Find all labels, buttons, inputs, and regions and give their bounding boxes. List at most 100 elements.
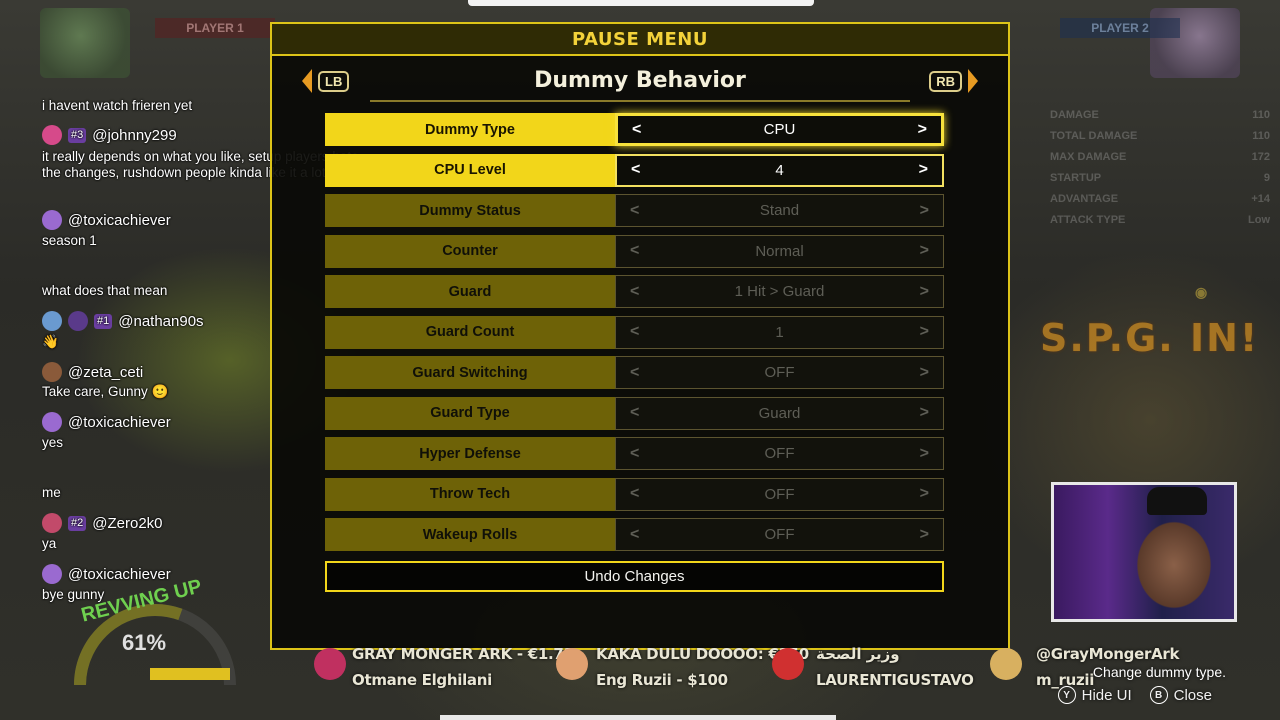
stat-name: TOTAL DAMAGE — [1050, 130, 1138, 142]
chat-user-row: @zeta_ceti — [42, 362, 143, 382]
setting-value-selector[interactable]: <4 > — [615, 153, 944, 187]
setting-row[interactable]: Counter < Normal > — [325, 234, 944, 268]
pause-menu: PAUSE MENU Dummy Behavior LB RB Dummy Ty… — [270, 22, 1010, 650]
chat-username: @johnny299 — [92, 126, 177, 144]
undo-changes-button[interactable]: Undo Changes — [325, 561, 944, 592]
arrow-left-icon[interactable]: < — [630, 526, 639, 544]
setting-row[interactable]: Dummy Type < CPU > — [325, 113, 944, 146]
arrow-left-icon[interactable]: < — [630, 242, 639, 260]
arrow-right-icon[interactable]: > — [920, 202, 929, 220]
setting-label: Wakeup Rolls — [325, 518, 615, 551]
next-page-button[interactable]: RB — [929, 69, 978, 93]
setting-value-selector[interactable]: < CPU > — [615, 113, 944, 146]
stat-value: 9 — [1263, 172, 1270, 184]
setting-row[interactable]: Hyper Defense < OFF > — [325, 437, 944, 470]
arrow-left-icon[interactable]: < — [630, 323, 639, 341]
crown-badge: #3 — [68, 127, 87, 143]
menu-header-title: PAUSE MENU — [572, 28, 708, 50]
stat-name: DAMAGE — [1050, 109, 1099, 121]
crown-badge: #2 — [68, 515, 87, 531]
arrow-right-icon[interactable]: > — [920, 404, 929, 422]
setting-row[interactable]: Guard <1 Hit > Guard > — [325, 275, 944, 308]
arrow-right-icon[interactable]: > — [920, 242, 929, 260]
arrow-left-icon[interactable]: < — [630, 445, 639, 463]
setting-value-selector[interactable]: < Stand > — [615, 194, 944, 227]
setting-row[interactable]: Wakeup Rolls < OFF > — [325, 518, 944, 551]
stat-value: 172 — [1251, 151, 1270, 163]
spg-banner: S.P.G. IN! — [1040, 316, 1260, 360]
chat-username: @toxicachiever — [68, 211, 171, 229]
rb-button-icon: RB — [929, 70, 962, 92]
chat-username: @nathan90s — [118, 312, 204, 330]
donor-avatar — [314, 648, 346, 680]
arrow-right-icon[interactable]: > — [920, 323, 929, 341]
setting-value: 4 — [775, 161, 784, 179]
stat-name: ADVANTAGE — [1050, 193, 1119, 205]
combo-stats-panel: DAMAGE 110 TOTAL DAMAGE 110 MAX DAMAGE 172 STA… — [1050, 105, 1270, 231]
setting-value-selector[interactable]: < OFF > — [615, 356, 944, 389]
stat-row: ATTACK TYPE Low — [1050, 210, 1270, 231]
stat-value: +14 — [1251, 193, 1270, 205]
player2-label: PLAYER 2 — [1060, 18, 1180, 38]
setting-row[interactable]: CPU Level <4 > — [325, 153, 944, 187]
arrow-right-icon[interactable]: > — [919, 161, 928, 179]
setting-value-selector[interactable]: < OFF > — [615, 518, 944, 551]
setting-value-selector[interactable]: < OFF > — [615, 477, 944, 511]
setting-value-selector[interactable]: < Guard > — [615, 396, 944, 430]
avatar — [42, 362, 62, 382]
hide-ui-label: Hide UI — [1081, 686, 1132, 704]
arrow-left-icon[interactable]: < — [630, 364, 639, 382]
setting-value: CPU — [763, 121, 796, 138]
chat-username: @zeta_ceti — [68, 363, 144, 381]
arrow-right-icon[interactable]: > — [920, 526, 929, 544]
prev-page-button[interactable]: LB — [302, 69, 350, 93]
chat-user-row: #3 @johnny299 — [42, 125, 177, 145]
setting-label: Guard Switching — [325, 356, 615, 389]
setting-value: Normal — [755, 242, 804, 260]
setting-label: Dummy Type — [325, 113, 615, 146]
arrow-left-icon[interactable]: < — [630, 283, 639, 301]
gauge-percent: 61% — [122, 630, 167, 655]
arrow-left-icon[interactable]: < — [632, 121, 641, 139]
setting-row[interactable]: Throw Tech < OFF > — [325, 477, 944, 511]
setting-value: 1 Hit > Guard — [734, 283, 825, 300]
setting-label: Guard Type — [325, 396, 615, 430]
stat-value: Low — [1248, 214, 1270, 226]
arrow-right-icon[interactable]: > — [918, 121, 927, 139]
bottom-progress-bar — [440, 715, 836, 720]
stat-name: MAX DAMAGE — [1050, 151, 1127, 163]
close-button[interactable]: B Close — [1149, 686, 1212, 704]
setting-label: Counter — [325, 234, 615, 268]
setting-label: CPU Level — [325, 153, 615, 187]
webcam-subject — [1147, 487, 1207, 515]
arrow-left-icon[interactable]: < — [630, 485, 639, 503]
arrow-right-icon[interactable]: > — [920, 364, 929, 382]
donor-avatar — [556, 648, 588, 680]
webcam-feed — [1051, 482, 1237, 622]
setting-row[interactable]: Guard Switching < OFF > — [325, 356, 944, 389]
setting-row[interactable]: Dummy Status < Stand > — [325, 194, 944, 227]
setting-value-selector[interactable]: <1 > — [615, 315, 944, 349]
arrow-left-icon[interactable]: < — [631, 161, 640, 179]
arrow-left-icon[interactable]: < — [630, 202, 639, 220]
setting-value: OFF — [764, 526, 795, 543]
setting-label: Throw Tech — [325, 477, 615, 511]
stat-row: MAX DAMAGE 172 — [1050, 147, 1270, 168]
setting-value-selector[interactable]: < Normal > — [615, 234, 944, 268]
page-nav: LB RB — [302, 66, 978, 96]
chat-username: @toxicachiever — [68, 413, 171, 431]
setting-value-selector[interactable]: <1 Hit > Guard > — [615, 275, 944, 308]
avatar — [42, 125, 62, 145]
y-button-icon: Y — [1057, 686, 1076, 704]
setting-value-selector[interactable]: < OFF > — [615, 437, 944, 470]
hide-ui-button[interactable]: Y Hide UI — [1057, 686, 1132, 704]
arrow-right-icon[interactable]: > — [920, 485, 929, 503]
setting-row[interactable]: Guard Type < Guard > — [325, 396, 944, 430]
setting-row[interactable]: Guard Count <1 > — [325, 315, 944, 349]
chat-username: @Zero2k0 — [92, 514, 163, 532]
arrow-right-icon[interactable]: > — [920, 445, 929, 463]
arrow-left-icon[interactable]: < — [630, 404, 639, 422]
setting-value: Stand — [759, 202, 800, 219]
arrow-right-icon[interactable]: > — [920, 283, 929, 301]
donation-line: Otmane Elghilani — [352, 671, 492, 689]
